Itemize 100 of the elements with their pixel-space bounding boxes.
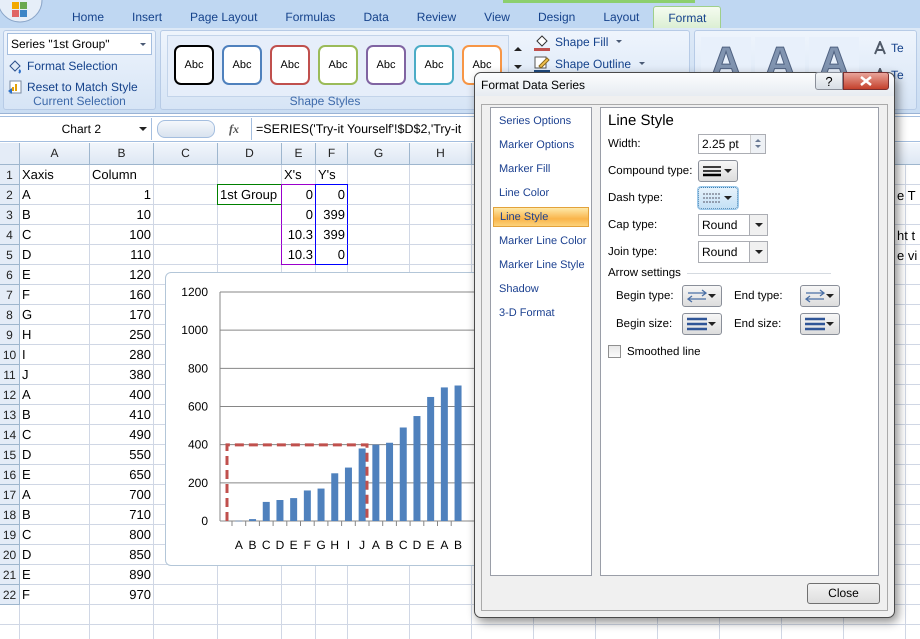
category-item[interactable]: Marker Options (493, 135, 589, 156)
row-header[interactable]: 17 (0, 485, 20, 505)
table-cell-text: C (21, 526, 32, 544)
ribbon-command[interactable]: Te (873, 37, 904, 58)
row-header[interactable]: 18 (0, 505, 20, 525)
axis-label: I (346, 538, 350, 552)
ribbon-command[interactable]: Shape Fill (533, 31, 646, 52)
category-item[interactable]: Marker Fill (493, 159, 589, 180)
shape-style-swatch[interactable]: Abc (318, 45, 358, 85)
shape-style-swatch[interactable]: Abc (174, 45, 214, 85)
axis-label: 1000 (181, 323, 208, 338)
field-label: Begin type: (616, 290, 675, 302)
category-item[interactable]: Marker Line Color (493, 231, 589, 252)
selection-dropdown[interactable]: Series "1st Group" (7, 33, 152, 55)
line-picker[interactable] (698, 186, 738, 209)
close-dialog-button[interactable]: Close (807, 582, 880, 604)
column-header[interactable]: F (316, 143, 348, 165)
table-cell-text: X's (283, 166, 303, 184)
row-header[interactable]: 2 (0, 185, 20, 205)
column-header[interactable]: D (218, 143, 282, 165)
shape-style-swatch[interactable]: Abc (366, 45, 406, 85)
row-header[interactable]: 13 (0, 405, 20, 425)
smoothed-line-checkbox[interactable]: Smoothed line (608, 345, 871, 358)
row-header[interactable]: 5 (0, 245, 20, 265)
chart-bar (304, 490, 311, 521)
chart-reset-icon (7, 78, 23, 94)
table-cell-text: 490 (128, 426, 152, 444)
ribbon-tab[interactable]: Data (349, 6, 403, 28)
row-header[interactable]: 19 (0, 525, 20, 545)
dropdown[interactable]: Round (698, 240, 768, 263)
table-cell-text: F (21, 586, 31, 604)
row-header[interactable]: 11 (0, 365, 20, 385)
table-cell: ht t (897, 228, 916, 242)
ribbon-tab[interactable]: Formulas (271, 6, 350, 28)
group-label: Shape Styles (288, 94, 362, 108)
row-header[interactable]: 1 (0, 165, 20, 185)
row-header[interactable]: 20 (0, 545, 20, 565)
line-picker[interactable] (800, 313, 840, 336)
axis-label: E (426, 538, 435, 552)
dropdown[interactable]: Round (698, 214, 768, 236)
column-header[interactable]: B (90, 143, 154, 165)
help-button[interactable]: ? (815, 72, 843, 90)
row-header[interactable]: 7 (0, 285, 20, 305)
column-header[interactable]: A (20, 143, 90, 165)
ribbon-tab[interactable]: Home (58, 6, 118, 28)
ribbon-command[interactable]: Format Selection (7, 55, 118, 76)
row-header[interactable]: 15 (0, 445, 20, 465)
column-header[interactable]: G (348, 143, 410, 165)
resize-handle[interactable] (157, 120, 215, 138)
axis-label: J (359, 538, 366, 552)
shape-style-swatch[interactable]: Abc (270, 45, 310, 85)
ribbon-tab[interactable]: Format (653, 6, 722, 28)
row-header[interactable]: 22 (0, 585, 20, 605)
row-header[interactable]: 6 (0, 265, 20, 285)
ribbon-tab[interactable]: Insert (118, 6, 176, 28)
column-header[interactable]: E (282, 143, 316, 165)
column-header[interactable]: H (410, 143, 472, 165)
field-label: Join type: (608, 246, 658, 258)
name-box[interactable]: Chart 2 (0, 118, 152, 140)
paint-bucket-icon (533, 32, 551, 50)
column-header[interactable]: C (154, 143, 218, 165)
ribbon-command[interactable]: Reset to Match Style (7, 76, 138, 97)
axis-label: B (454, 538, 462, 552)
line-picker[interactable] (698, 160, 738, 182)
close-button[interactable] (843, 72, 889, 90)
ribbon-tab[interactable]: Design (524, 6, 590, 28)
chart-bar (276, 500, 284, 521)
ribbon-tab[interactable]: Review (402, 6, 470, 28)
row-header[interactable]: 9 (0, 325, 20, 345)
row-header[interactable]: 8 (0, 305, 20, 325)
table-cell-text: 850 (128, 546, 152, 564)
function-button[interactable]: fx (229, 122, 251, 136)
table-cell: 0 (315, 184, 348, 205)
field-label: End type: (734, 290, 784, 302)
shape-style-swatch[interactable]: Abc (222, 45, 262, 85)
chart-bar (262, 502, 270, 521)
category-item[interactable]: Marker Line Style (493, 255, 589, 276)
office-button[interactable] (0, 0, 44, 24)
row-header[interactable]: 16 (0, 465, 20, 485)
category-item[interactable]: 3-D Format (493, 303, 589, 324)
category-item[interactable]: Series Options (493, 111, 589, 132)
line-picker[interactable] (682, 313, 722, 336)
width-spinner[interactable]: 2.25 pt (698, 134, 766, 154)
row-header[interactable]: 14 (0, 425, 20, 445)
row-header[interactable]: 3 (0, 205, 20, 225)
category-item[interactable]: Line Style (493, 207, 589, 228)
ribbon-tab[interactable]: Layout (589, 6, 654, 28)
row-header[interactable]: 10 (0, 345, 20, 365)
row-header[interactable]: 4 (0, 225, 20, 245)
ribbon-tab[interactable]: Page Layout (176, 6, 272, 28)
category-item[interactable]: Shadow (493, 279, 589, 300)
category-item[interactable]: Line Color (493, 183, 589, 204)
compound-lines-icon (703, 164, 721, 177)
row-header[interactable]: 12 (0, 385, 20, 405)
table-cell-text: B (21, 206, 32, 224)
row-header[interactable]: 21 (0, 565, 20, 585)
ribbon-tab[interactable]: View (470, 6, 524, 28)
axis-label: H (330, 538, 340, 552)
shape-style-swatch[interactable]: Abc (414, 45, 454, 85)
table-cell: e T (897, 188, 916, 202)
